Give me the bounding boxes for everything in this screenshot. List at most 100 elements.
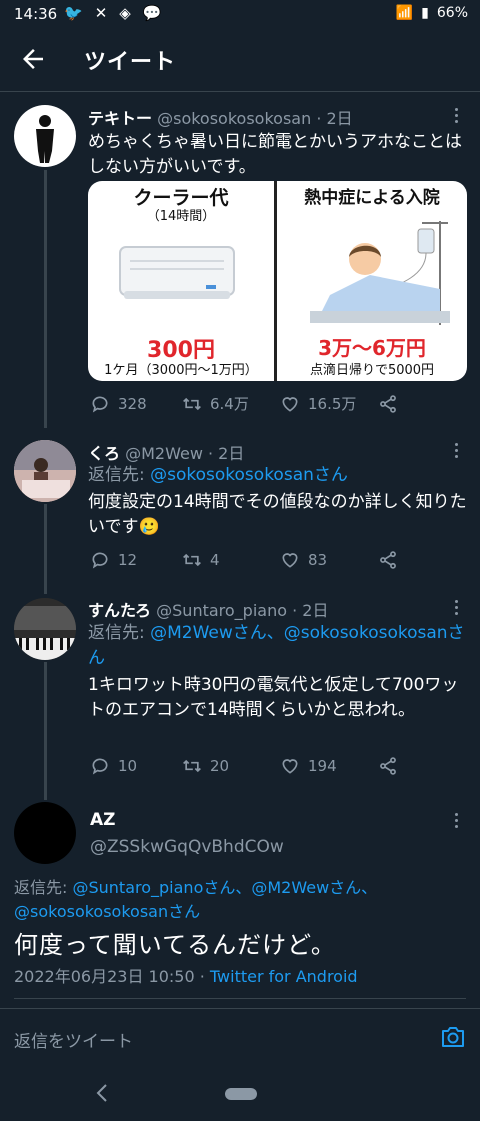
- user-handle: @ZSSkwGqQvBhdCOw: [90, 837, 284, 857]
- tweet-time: · 2日: [292, 601, 329, 620]
- tweet-text: めちゃくちゃ暑い日に節電とかいうアホなことはしない方がいいです。: [88, 132, 462, 177]
- user-handle: @M2Wew: [125, 444, 203, 463]
- reply-to: 返信先: @M2Wewさん、@sokosokosokosanさん: [88, 621, 466, 671]
- avatar[interactable]: [14, 598, 76, 660]
- like-count: 16.5万: [308, 395, 357, 413]
- share-icon: [380, 551, 396, 569]
- tweet-header: テキトー @sokosokosokosan · 2日: [88, 105, 353, 129]
- reply-count: 10: [118, 757, 138, 775]
- wifi-icon: 📶: [395, 5, 414, 21]
- reply-icon: [92, 552, 108, 569]
- reply-to: 返信先: @sokosokosokosanさん: [88, 463, 468, 488]
- retweet-icon: [183, 397, 201, 410]
- share-button[interactable]: [378, 393, 398, 414]
- more-options-icon[interactable]: [452, 443, 460, 461]
- image-right-note: 点滴日帰りで5000円: [309, 363, 435, 378]
- tweet-text: 何度設定の14時間でその値段なのか詳しく知りたいです🥲: [88, 492, 467, 537]
- like-button[interactable]: 83: [280, 550, 378, 570]
- tweet-datetime: 2022年06月23日 10:50 ·: [14, 967, 210, 986]
- tweet-actions: 328 6.4万 16.5万: [90, 393, 398, 414]
- tweet-time: · 2日: [316, 109, 353, 128]
- twitter-notification-icon: 🐦: [64, 4, 83, 22]
- more-options-icon[interactable]: [452, 813, 460, 831]
- tweet-header: すんたろ @Suntaro_piano · 2日: [88, 597, 328, 621]
- display-name[interactable]: AZ: [90, 810, 115, 830]
- nav-back-icon[interactable]: [92, 1082, 112, 1104]
- tweet-image[interactable]: クーラー代 （14時間） 300円 1ケ月（3000円～1万円） 熱中症による入…: [88, 181, 467, 381]
- reply-button[interactable]: 12: [90, 550, 182, 570]
- share-icon: [380, 394, 396, 413]
- like-count: 83: [308, 551, 328, 569]
- image-left-note: 1ケ月（3000円～1万円）: [104, 363, 258, 378]
- battery-icon: ▮: [421, 5, 429, 21]
- status-time: 14:36: [14, 5, 58, 23]
- display-name[interactable]: くろ: [88, 444, 120, 463]
- page-title: ツイート: [84, 50, 177, 75]
- thread-line: [44, 504, 47, 594]
- thread-line: [44, 662, 47, 800]
- camera-icon[interactable]: [440, 1025, 466, 1049]
- chat-notification-icon: 💬: [142, 4, 162, 22]
- image-left-subtitle: （14時間）: [146, 209, 216, 224]
- share-button[interactable]: [378, 550, 398, 570]
- tweet-header: くろ @M2Wew · 2日: [88, 440, 244, 464]
- more-options-icon[interactable]: [452, 108, 460, 126]
- focus-tweet-text: 何度って聞いてるんだけど。: [14, 931, 336, 959]
- retweet-button[interactable]: 6.4万: [182, 393, 280, 414]
- heart-icon: [282, 396, 298, 412]
- nav-home-pill[interactable]: [225, 1088, 257, 1100]
- retweet-count: 20: [210, 757, 230, 775]
- reply-to-prefix: 返信先:: [88, 623, 151, 643]
- tweet-actions: 10 20 194: [90, 756, 398, 776]
- avatar[interactable]: [14, 105, 76, 167]
- like-button[interactable]: 16.5万: [280, 393, 378, 414]
- heart-icon: [282, 553, 298, 568]
- reply-icon: [92, 396, 108, 412]
- app-notification-icon: ✕: [94, 4, 108, 22]
- avatar[interactable]: [14, 802, 76, 864]
- tweet-text: 1キロワット時30円の電気代と仮定して700ワットのエアコンで14時間くらいかと…: [88, 675, 459, 720]
- share-icon: [380, 757, 396, 775]
- like-count: 194: [308, 757, 337, 775]
- tweet-time: · 2日: [208, 444, 245, 463]
- reply-icon: [92, 758, 108, 775]
- display-name[interactable]: すんたろ: [88, 601, 151, 620]
- reply-to-prefix: 返信先:: [88, 465, 151, 485]
- back-arrow-icon[interactable]: [18, 44, 48, 74]
- status-bar: 14:36 🐦 ✕ ◈ 💬 📶 ▮ 66%: [0, 0, 480, 28]
- reply-count: 328: [118, 394, 147, 413]
- like-button[interactable]: 194: [280, 756, 378, 776]
- retweet-icon: [183, 553, 201, 567]
- retweet-count: 6.4万: [210, 395, 249, 413]
- display-name[interactable]: テキトー: [88, 109, 152, 128]
- retweet-button[interactable]: 4: [182, 550, 280, 570]
- more-options-icon[interactable]: [452, 600, 460, 618]
- retweet-button[interactable]: 20: [182, 756, 280, 776]
- diamond-notification-icon: ◈: [119, 4, 131, 22]
- reply-button[interactable]: 328: [90, 393, 182, 414]
- reply-button[interactable]: 10: [90, 756, 182, 776]
- user-handle: @Suntaro_piano: [156, 601, 288, 620]
- reply-count: 12: [118, 551, 138, 569]
- divider: [14, 998, 466, 999]
- retweet-icon: [183, 759, 201, 773]
- avatar[interactable]: [14, 440, 76, 502]
- tweet-source-link[interactable]: Twitter for Android: [210, 967, 358, 986]
- retweet-count: 4: [210, 551, 220, 569]
- app-bar: ツイート: [0, 28, 480, 92]
- user-handle: @sokosokosokosan: [157, 109, 312, 128]
- image-right-title: 熱中症による入院: [304, 188, 440, 208]
- reply-to: 返信先: @Suntaro_pianoさん、@M2Wewさん、@sokosoko…: [14, 876, 474, 924]
- reply-to-link[interactable]: @sokosokosokosanさん: [150, 465, 348, 485]
- share-button[interactable]: [378, 756, 398, 776]
- battery-level: 66%: [436, 5, 468, 21]
- reply-bar[interactable]: 返信をツイート: [0, 1008, 480, 1066]
- reply-input[interactable]: 返信をツイート: [14, 1027, 133, 1052]
- system-nav-bar: [0, 1066, 480, 1121]
- image-right-price: 3万～6万円: [318, 336, 426, 360]
- tweet-actions: 12 4 83: [90, 550, 398, 570]
- hospital-patient-illustration: [310, 221, 450, 325]
- tweet-meta: 2022年06月23日 10:50 · Twitter for Android: [14, 963, 358, 987]
- air-conditioner-illustration: [119, 246, 235, 299]
- heart-icon: [282, 759, 298, 774]
